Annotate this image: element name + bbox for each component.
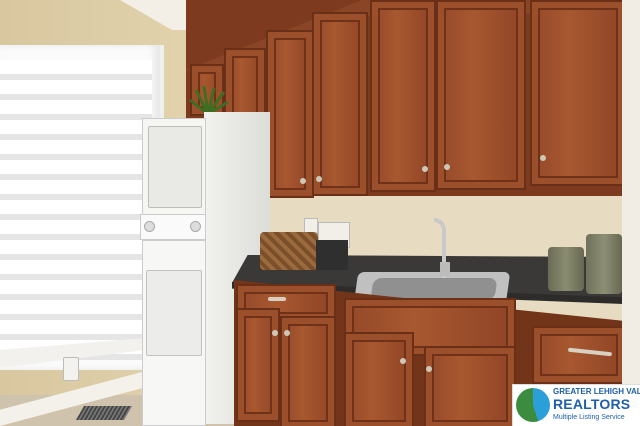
washer-knob [190,221,201,232]
cabinet-knob [426,366,432,372]
washer-knob [144,221,155,232]
supply-caddy [316,240,348,270]
cabinet-door [236,308,280,422]
cabinet-door [312,12,368,196]
watermark-line1: GREATER LEHIGH VALLEY [553,387,640,396]
window-blinds [0,60,152,360]
canister [548,247,584,291]
cabinet-door [266,30,314,198]
cabinet-knob [284,330,290,336]
watermark-brand: REALTORS [553,396,631,412]
cabinet-knob [272,330,278,336]
cabinet-door [436,0,526,190]
cabinet-knob [300,178,306,184]
faucet-base [440,262,450,276]
cabinet-knob [444,164,450,170]
dryer-door [148,126,202,208]
wall-outlet [63,357,79,381]
cabinet-door [424,346,516,426]
gv-realtors-logo-icon [516,388,550,422]
cabinet-door [344,332,414,426]
cabinet-door [370,0,436,192]
drawer [532,326,626,384]
floor-vent [75,406,133,420]
washer-door [146,270,202,356]
drawer-handle [268,297,286,301]
laundry-room-photo: GREATER LEHIGH VALLEY REALTORS Multiple … [0,0,640,426]
wicker-basket [260,232,318,270]
watermark-tagline: Multiple Listing Service [553,414,625,421]
cabinet-knob [400,358,406,364]
cabinet-knob [540,155,546,161]
cabinet-knob [422,166,428,172]
right-wall-edge [622,0,640,426]
potted-plant [186,85,230,116]
cabinet-knob [316,176,322,182]
canister [586,234,622,294]
